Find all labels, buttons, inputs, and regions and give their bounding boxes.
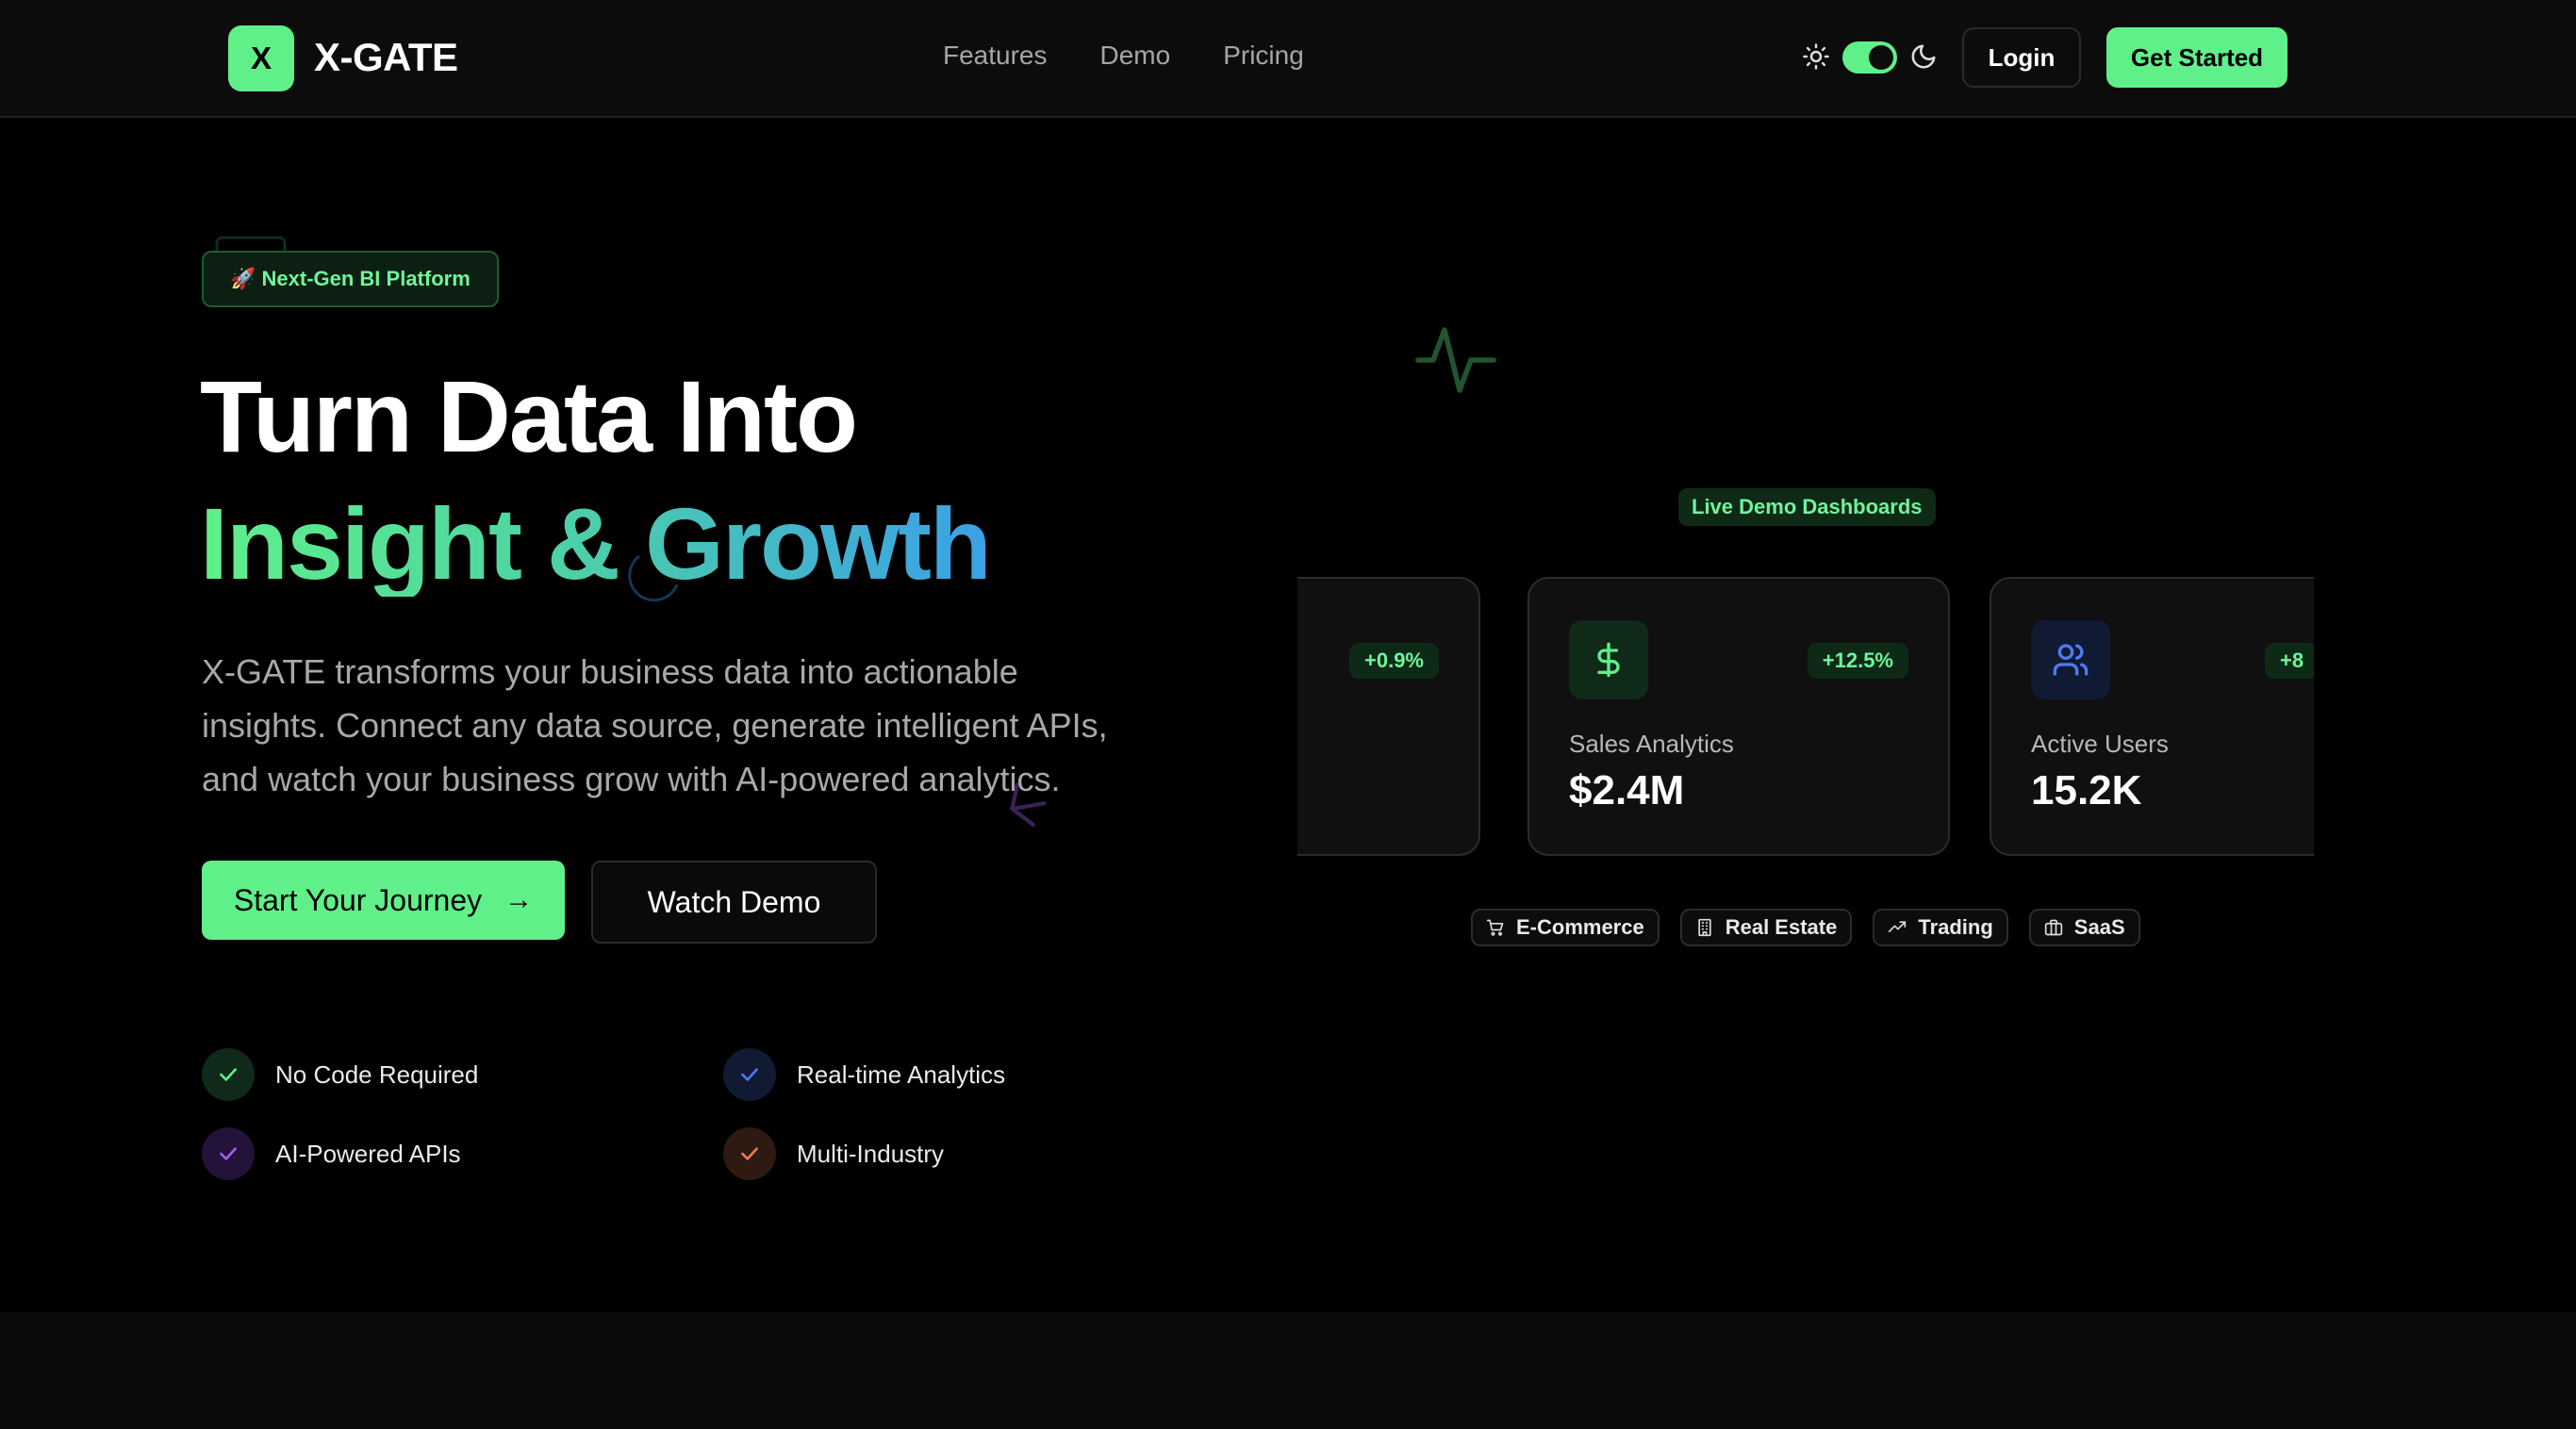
sun-icon [1803, 43, 1829, 70]
change-badge: +0.9% [1349, 643, 1439, 679]
dashboard-card-users[interactable]: +8 Active Users 15.2K [1990, 577, 2314, 856]
tag-label: SaaS [2073, 915, 2125, 939]
feature-label: AI-Powered APIs [275, 1139, 461, 1168]
tag-real-estate[interactable]: Real Estate [1679, 909, 1853, 946]
check-icon [202, 1048, 255, 1101]
theme-toggle[interactable] [1842, 41, 1897, 74]
get-started-button[interactable]: Get Started [2106, 27, 2287, 88]
tag-label: E-Commerce [1516, 915, 1644, 939]
feature-item: Multi-Industry [723, 1127, 944, 1180]
trending-up-icon [1889, 921, 1907, 932]
check-icon [723, 1127, 776, 1180]
feature-item: No Code Required [202, 1048, 478, 1101]
nav-item-features[interactable]: Features [943, 41, 1048, 71]
nav-item-pricing[interactable]: Pricing [1223, 41, 1304, 71]
tag-label: Real Estate [1725, 915, 1838, 939]
feature-label: No Code Required [275, 1059, 479, 1089]
nav-item-demo[interactable]: Demo [1100, 41, 1171, 71]
feature-item: Real-time Analytics [723, 1048, 1005, 1101]
live-demo-badge: Live Demo Dashboards [1678, 488, 1936, 526]
change-badge: +8 [2265, 643, 2314, 679]
activity-icon [1415, 327, 1496, 393]
next-section-band [0, 1312, 2576, 1429]
industry-tags: E-Commerce Real Estate Trading SaaS [1471, 909, 2140, 946]
arrow-right-icon: → [504, 884, 534, 915]
card-value: $2.4M [1569, 767, 1685, 813]
tag-label: Trading [1918, 915, 1993, 939]
card-label: Active Users [2031, 730, 2169, 758]
main-nav: Features Demo Pricing [943, 41, 1304, 71]
start-journey-label: Start Your Journey [233, 882, 483, 917]
card-value: 15.2K [2031, 767, 2142, 813]
check-icon [723, 1048, 776, 1101]
dollar-icon [1569, 620, 1648, 699]
card-label: Sales Analytics [1569, 730, 1734, 758]
briefcase-icon [2044, 919, 2062, 936]
hero-description: X-GATE transforms your business data int… [202, 652, 1108, 798]
check-icon [202, 1127, 255, 1180]
logo-letter: X [250, 41, 272, 75]
feature-label: Real-time Analytics [797, 1059, 1006, 1089]
tag-ecommerce[interactable]: E-Commerce [1471, 909, 1660, 946]
dashboard-card[interactable]: +0.9% [1297, 577, 1480, 856]
moon-icon [1911, 44, 1936, 69]
users-icon [2031, 620, 2110, 699]
feature-label: Multi-Industry [797, 1139, 945, 1168]
dashboard-carousel[interactable]: +0.9% +12.5% Sales Analytics $2.4M +8 Ac… [1297, 575, 2314, 858]
hero-badge: 🚀 Next-Gen BI Platform [202, 251, 499, 307]
landing-page: X X-GATE Features Demo Pricing Login Get… [0, 0, 2576, 1429]
cart-icon [1486, 919, 1504, 936]
tag-trading[interactable]: Trading [1873, 909, 2008, 946]
logo-mark[interactable]: X [228, 25, 294, 91]
building-icon [1698, 918, 1711, 937]
watch-demo-button[interactable]: Watch Demo [591, 861, 877, 944]
feature-item: AI-Powered APIs [202, 1127, 461, 1180]
start-journey-button[interactable]: Start Your Journey → [202, 861, 565, 940]
hero-title-line2: Insight & Growth [200, 486, 992, 600]
tag-saas[interactable]: SaaS [2028, 909, 2140, 946]
dashboard-card-sales[interactable]: +12.5% Sales Analytics $2.4M [1527, 577, 1950, 856]
top-navbar: X X-GATE Features Demo Pricing Login Get… [0, 0, 2576, 118]
change-badge: +12.5% [1807, 643, 1908, 679]
brand-name[interactable]: X-GATE [314, 35, 458, 80]
toggle-knob [1869, 45, 1893, 70]
hero-title-line1: Turn Data Into [200, 359, 858, 473]
login-button[interactable]: Login [1962, 27, 2081, 88]
